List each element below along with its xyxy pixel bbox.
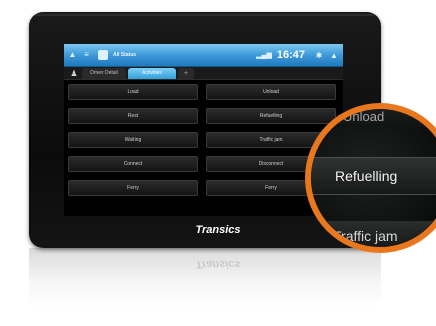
tab-add[interactable]: + <box>178 67 194 79</box>
arrow-up-icon[interactable]: ▲ <box>329 51 339 60</box>
ferry-button[interactable]: Ferry <box>68 180 198 196</box>
title-bar: ▲ ≡ All Status ▂▄▆ 16:47 ✱ ▲ <box>64 44 343 67</box>
unload-button[interactable]: Unload <box>206 84 336 100</box>
activity-grid: Load Unload Rest Refuelling Waiting Traf… <box>68 84 340 196</box>
magnifier-callout: Unload Refuelling Traffic jam <box>305 103 436 253</box>
magnified-traffic-jam: Traffic jam <box>311 221 436 247</box>
tab-driver-detail[interactable]: Driver Detail <box>82 67 126 79</box>
product-photo: Transics ▲ ≡ All Status ▂▄▆ 16:47 ✱ ▲ ♟ … <box>0 0 436 326</box>
rest-button[interactable]: Rest <box>68 108 198 124</box>
person-icon: ♟ <box>70 68 78 78</box>
connect-button[interactable]: Connect <box>68 156 198 172</box>
tablet-screen: ▲ ≡ All Status ▂▄▆ 16:47 ✱ ▲ ♟ Driver De… <box>64 44 343 216</box>
home-icon[interactable]: ▲ <box>68 51 77 59</box>
settings-icon[interactable]: ✱ <box>314 51 324 60</box>
magnifier-lens: Unload Refuelling Traffic jam <box>311 109 436 247</box>
user-icon[interactable] <box>98 50 108 60</box>
tab-activities[interactable]: Activities <box>128 67 176 79</box>
magnified-refuelling-button: Refuelling <box>311 157 436 195</box>
brand-reflection: Transics <box>195 258 241 270</box>
clock: 16:47 <box>276 49 305 61</box>
tab-bar: ♟ Driver Detail Activities + <box>64 67 343 80</box>
status-text: All Status <box>113 52 137 58</box>
bezel-highlight <box>35 14 375 16</box>
magnified-unload: Unload <box>311 109 436 127</box>
device-reflection <box>29 248 381 308</box>
menu-icon[interactable]: ≡ <box>82 51 91 59</box>
load-button[interactable]: Load <box>68 84 198 100</box>
signal-icon: ▂▄▆ <box>256 52 272 59</box>
waiting-button[interactable]: Waiting <box>68 132 198 148</box>
